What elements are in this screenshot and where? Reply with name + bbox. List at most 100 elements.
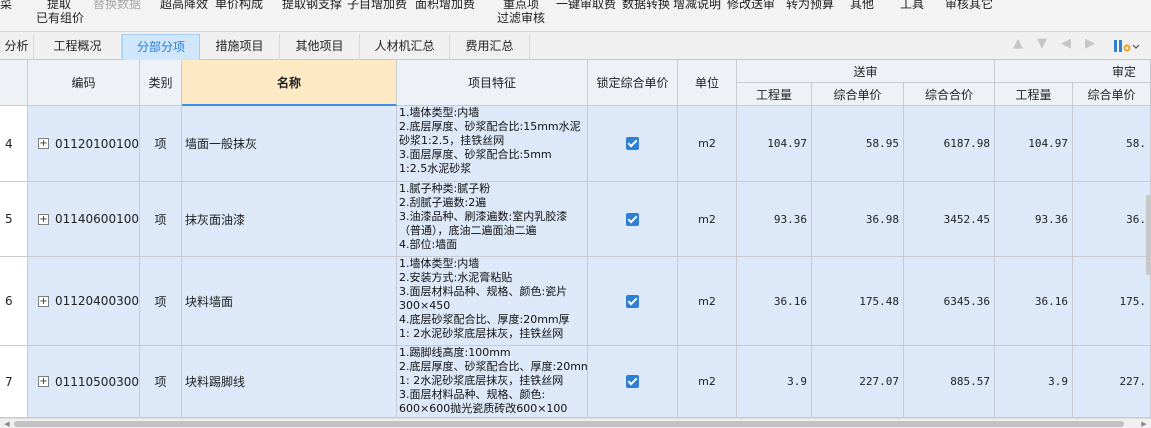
tab-project-overview[interactable]: 工程概况 [34, 34, 122, 60]
arrow-right-icon[interactable]: ▶ [1083, 36, 1097, 52]
row-approved-unit-price[interactable]: 227. [1073, 346, 1151, 418]
ribbon-sub-item-fee-button[interactable]: 子目增加费 [347, 0, 407, 11]
row-unit[interactable]: m2 [678, 257, 737, 346]
header-qty[interactable]: 工程量 [737, 83, 812, 106]
header-approved-qty[interactable]: 工程量 [995, 83, 1073, 106]
vertical-scrollbar-thumb[interactable] [1146, 195, 1151, 275]
scroll-left-icon[interactable]: ◀ [2, 419, 12, 428]
row-qty[interactable]: 93.36 [737, 182, 812, 257]
row-code-cell[interactable]: +011201001002 [28, 106, 140, 182]
row-features[interactable]: 1.墙体类型:内墙 2.安装方式:水泥膏粘贴 3.面层材料品种、规格、颜色:瓷片… [397, 257, 588, 346]
arrow-left-icon[interactable]: ◀ [1059, 36, 1073, 52]
row-unit-price[interactable]: 36.98 [812, 182, 904, 257]
header-lock-price[interactable]: 锁定综合单价 [588, 60, 678, 106]
table-row[interactable]: 6 +011204003001 项 块料墙面 1.墙体类型:内墙 2.安装方式:… [0, 257, 1151, 346]
table-row[interactable]: 4 +011201001002 项 墙面一般抹灰 1.墙体类型:内墙 2.底层厚… [0, 106, 1151, 182]
row-approved-unit-price[interactable]: 175. [1073, 257, 1151, 346]
tab-other-items[interactable]: 其他项目 [280, 34, 360, 60]
ribbon-to-budget-button[interactable]: 转为预算 [786, 0, 834, 11]
header-approved-unit-price[interactable]: 综合单价 [1073, 83, 1151, 106]
row-qty[interactable]: 3.9 [737, 346, 812, 418]
row-approved-qty[interactable]: 93.36 [995, 182, 1073, 257]
row-unit-price[interactable]: 227.07 [812, 346, 904, 418]
ribbon-other-button[interactable]: 其他 [850, 0, 874, 11]
header-code[interactable]: 编码 [28, 60, 140, 106]
header-features[interactable]: 项目特征 [397, 60, 588, 106]
row-type[interactable]: 项 [140, 182, 182, 257]
row-unit-price[interactable]: 175.48 [812, 257, 904, 346]
ribbon-area-fee-button[interactable]: 面积增加费 [415, 0, 475, 11]
expand-plus-icon[interactable]: + [38, 138, 49, 149]
row-type[interactable]: 项 [140, 257, 182, 346]
expand-plus-icon[interactable]: + [38, 213, 49, 225]
row-features[interactable]: 1.腻子种类:腻子粉 2.刮腻子遍数:2遍 3.油漆品种、刷漆遍数:室内乳胶漆 … [397, 182, 588, 257]
row-features[interactable]: 1.墙体类型:内墙 2.底层厚度、砂浆配合比:15mm水泥 砂浆1:2.5，挂铁… [397, 106, 588, 182]
row-total[interactable]: 6345.36 [904, 257, 995, 346]
ribbon-one-click-review-button[interactable]: 一键审取费 [556, 0, 616, 11]
tab-cost-summary[interactable]: 费用汇总 [450, 34, 530, 60]
row-type[interactable]: 项 [140, 106, 182, 182]
tab-analysis[interactable]: 分析 [0, 34, 34, 60]
row-unit[interactable]: m2 [678, 106, 737, 182]
row-lock-cell[interactable] [588, 106, 678, 182]
arrow-down-icon[interactable]: ▼ [1035, 36, 1049, 52]
row-name[interactable]: 块料墙面 [182, 257, 397, 346]
table-row[interactable]: 5 +011406001001 项 抹灰面油漆 1.腻子种类:腻子粉 2.刮腻子… [0, 182, 1151, 257]
arrow-up-icon[interactable]: ▲ [1011, 36, 1025, 52]
row-name[interactable]: 抹灰面油漆 [182, 182, 397, 257]
tab-labor-material-summary[interactable]: 人材机汇总 [360, 34, 450, 60]
row-approved-qty[interactable]: 3.9 [995, 346, 1073, 418]
scroll-right-icon[interactable]: ▶ [1139, 419, 1149, 428]
row-lock-cell[interactable] [588, 182, 678, 257]
ribbon-change-note-button[interactable]: 增减说明 [673, 0, 721, 11]
lock-price-checkbox[interactable] [626, 212, 639, 226]
tab-measure-items[interactable]: 措施项目 [200, 34, 280, 60]
row-name[interactable]: 墙面一般抹灰 [182, 106, 397, 182]
lock-price-checkbox[interactable] [626, 294, 639, 308]
row-unit-price[interactable]: 58.95 [812, 106, 904, 182]
header-type[interactable]: 类别 [140, 60, 182, 106]
ribbon-unit-price-button[interactable]: 单价构成 [215, 0, 263, 11]
ribbon-extract-button[interactable]: 提取 [47, 0, 71, 11]
row-total[interactable]: 6187.98 [904, 106, 995, 182]
ribbon-steel-support-button[interactable]: 提取钢支撑 [282, 0, 342, 11]
row-approved-qty[interactable]: 36.16 [995, 257, 1073, 346]
horizontal-scrollbar-thumb[interactable] [14, 421, 1124, 427]
row-name[interactable]: 块料踢脚线 [182, 346, 397, 418]
expand-plus-icon[interactable]: + [38, 295, 49, 307]
row-features[interactable]: 1.踢脚线高度:100mm 2.底层厚度、砂浆配合比、厚度:20mm厚 1: 2… [397, 346, 588, 418]
ribbon-review-other-button[interactable]: 审核其它 [945, 0, 993, 11]
header-unit[interactable]: 单位 [678, 60, 737, 106]
row-code-cell[interactable]: +011105003001 [28, 346, 140, 418]
row-total[interactable]: 3452.45 [904, 182, 995, 257]
ribbon-tools-button[interactable]: 工具 [900, 0, 924, 11]
row-lock-cell[interactable] [588, 346, 678, 418]
tab-divisional-items[interactable]: 分部分项 [122, 34, 200, 60]
expand-plus-icon[interactable]: + [38, 376, 49, 387]
ribbon-data-convert-button[interactable]: 数据转换 [622, 0, 670, 11]
has-group-price-label[interactable]: 已有组价 [36, 11, 84, 25]
lock-price-checkbox[interactable] [626, 375, 639, 388]
ribbon-replace-data-button[interactable]: 替换数据 [93, 0, 141, 11]
header-total-price[interactable]: 综合合价 [904, 83, 995, 106]
ribbon-overheight-button[interactable]: 超高降效 [160, 0, 208, 11]
header-name[interactable]: 名称 [182, 60, 397, 106]
filter-review-button[interactable]: 过滤审核 [497, 11, 545, 25]
ribbon-key-item-button[interactable]: 重点项 [503, 0, 539, 11]
lock-price-checkbox[interactable] [626, 137, 639, 150]
row-approved-unit-price[interactable]: 58. [1073, 106, 1151, 182]
row-approved-unit-price[interactable]: 36. [1073, 182, 1151, 257]
row-code-cell[interactable]: +011204003001 [28, 257, 140, 346]
row-qty[interactable]: 104.97 [737, 106, 812, 182]
ribbon-modify-submit-button[interactable]: 修改送审 [727, 0, 775, 11]
horizontal-scrollbar[interactable]: ◀ ▶ [0, 418, 1151, 428]
row-total[interactable]: 885.57 [904, 346, 995, 418]
row-approved-qty[interactable]: 104.97 [995, 106, 1073, 182]
column-settings-icon[interactable] [1113, 38, 1139, 54]
row-type[interactable]: 项 [140, 346, 182, 418]
row-qty[interactable]: 36.16 [737, 257, 812, 346]
table-row[interactable]: 7 +011105003001 项 块料踢脚线 1.踢脚线高度:100mm 2.… [0, 346, 1151, 418]
row-unit[interactable]: m2 [678, 346, 737, 418]
header-unit-price[interactable]: 综合单价 [812, 83, 904, 106]
row-unit[interactable]: m2 [678, 182, 737, 257]
